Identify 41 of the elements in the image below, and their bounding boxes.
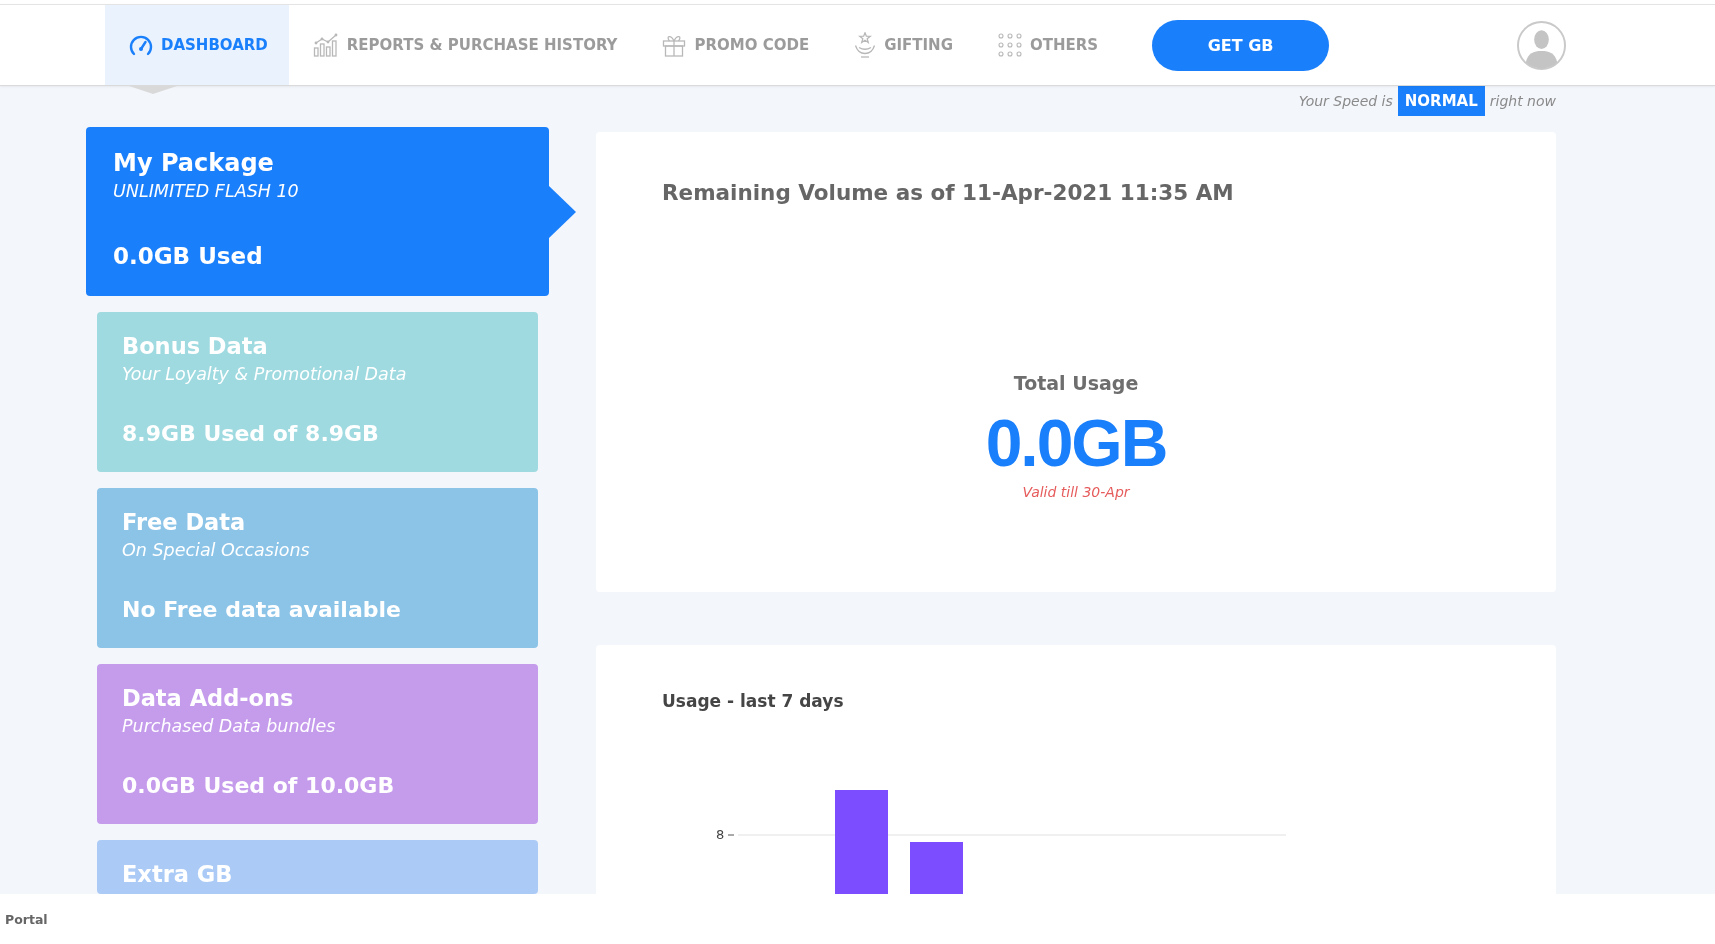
nav-tab[interactable]: OTHERS [973, 5, 1120, 85]
card-usage-text: 0.0GB Used of 10.0GB [122, 772, 396, 800]
bar-chart-icon [312, 33, 339, 57]
card-title: Extra GB [122, 860, 234, 888]
panel-title: Remaining Volume as of 11-Apr-2021 11:35 AM [662, 180, 1234, 206]
nav-tab[interactable]: GIFTING [830, 5, 974, 85]
validity-text: Valid till 30-Apr [1022, 483, 1130, 502]
chart-title: Usage - last 7 days [662, 690, 844, 713]
card-title: Free Data [122, 508, 247, 536]
data-package-card[interactable]: Data Add-ons Purchased Data bundles 0.0GB Used of 10.0GB [97, 664, 538, 824]
card-title: My Package [113, 149, 275, 177]
card-usage-text: No Free data available [122, 596, 402, 624]
hand-star-icon [854, 32, 877, 58]
dot-grid-icon [997, 33, 1022, 57]
gauge-icon [129, 34, 153, 56]
card-subtitle: UNLIMITED FLASH 10 [113, 181, 300, 202]
card-usage-text: 8.9GB Used of 8.9GB [122, 420, 380, 448]
data-package-card[interactable]: Free Data On Special Occasions No Free data available [97, 488, 538, 648]
avatar-icon[interactable] [1517, 20, 1566, 70]
card-subtitle: Your Loyalty & Promotional Data [122, 364, 408, 385]
total-usage-value: 0.0GB [985, 410, 1167, 476]
card-title: Bonus Data [122, 332, 269, 360]
gift-icon [662, 33, 687, 57]
get-gb-button[interactable]: GET GB [1152, 19, 1330, 71]
nav-tab[interactable]: PROMO CODE [638, 5, 831, 85]
status-bar-text: Portal [5, 911, 48, 927]
card-subtitle: Purchased Data bundles [122, 716, 337, 737]
card-pointer-icon [549, 185, 576, 238]
speed-badge: NORMAL [1397, 86, 1485, 116]
card-usage-text: 0.0GB Used [113, 242, 264, 270]
speed-prefix-text: Your Speed is [1298, 93, 1393, 109]
data-package-card[interactable]: Extra GB [97, 840, 538, 894]
card-title: Data Add-ons [122, 684, 295, 712]
nav-tab[interactable]: DASHBOARD [105, 5, 289, 85]
nav-tab[interactable]: REPORTS & PURCHASE HISTORY [288, 5, 639, 85]
data-package-card[interactable]: Bonus Data Your Loyalty & Promotional Data 8.9GB Used of 8.9GB [97, 312, 538, 472]
speed-suffix-text: right now [1489, 93, 1556, 109]
total-usage-label: Total Usage [1013, 371, 1139, 395]
card-subtitle: On Special Occasions [122, 540, 311, 561]
y-axis-label: 8 [716, 827, 725, 843]
data-package-card[interactable]: My Package UNLIMITED FLASH 10 0.0GB Used [86, 127, 549, 296]
